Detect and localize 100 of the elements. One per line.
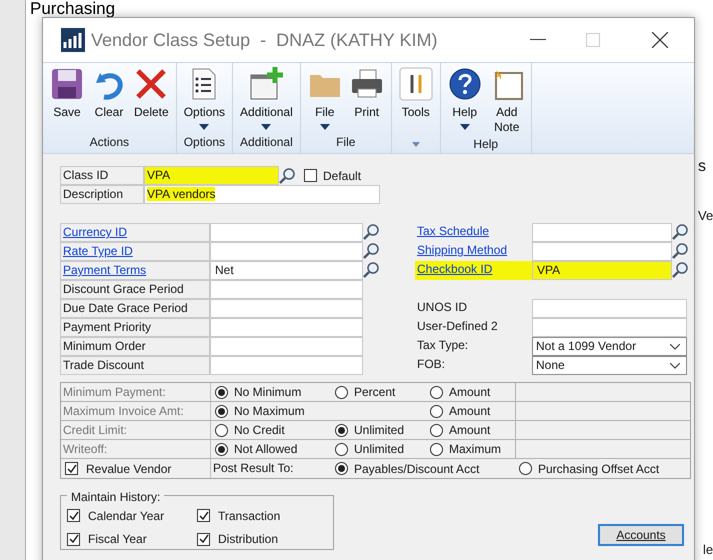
checkbox-label: Transaction	[218, 508, 280, 525]
radio-button[interactable]	[215, 404, 228, 418]
input-field[interactable]	[532, 223, 672, 242]
input-field[interactable]	[210, 299, 363, 318]
checkbox[interactable]	[197, 532, 210, 546]
tools-icon	[398, 67, 433, 101]
ribbon-button[interactable]: File	[306, 67, 343, 133]
group-dropdown-icon[interactable]	[412, 142, 420, 147]
ribbon-button[interactable]: Clear	[91, 67, 127, 133]
lookup-magnifier-icon[interactable]	[672, 242, 689, 259]
highlighted-text: VPA vendors	[147, 187, 216, 201]
field-label: FOB:	[416, 356, 446, 373]
minimize-icon[interactable]	[530, 39, 546, 41]
background-text: le	[703, 541, 713, 559]
field-link[interactable]: Currency ID	[60, 223, 210, 242]
field-label: User-Defined 2	[416, 318, 499, 335]
lookup-magnifier-icon[interactable]	[363, 261, 380, 278]
ribbon-button[interactable]: Add Note	[488, 67, 525, 135]
window-plus-icon	[249, 67, 284, 101]
help-icon	[448, 67, 482, 101]
field-label: Tax Type:	[416, 337, 470, 354]
field-label: Class ID	[60, 166, 144, 185]
lookup-magnifier-icon[interactable]	[363, 242, 380, 259]
radio-button[interactable]	[215, 424, 228, 436]
dropdown-arrow-icon	[261, 124, 272, 130]
field-label: Payment Priority	[60, 318, 210, 337]
field-label: Minimum Order	[60, 337, 210, 356]
ribbon-group-label: Help	[473, 136, 498, 153]
radio-label: No Maximum	[234, 403, 305, 420]
chevron-down-icon[interactable]	[670, 362, 680, 368]
checkbox-label: Calendar Year	[88, 508, 164, 525]
field-label: Trade Discount	[60, 356, 210, 375]
ribbon-button[interactable]: Tools	[398, 67, 434, 142]
dropdown-arrow-icon	[320, 124, 330, 130]
ribbon-button[interactable]: Additional	[239, 67, 294, 133]
input-field[interactable]	[210, 280, 363, 299]
radio-label: Maximum	[449, 441, 502, 458]
radio-button[interactable]	[215, 386, 228, 398]
checkbox-label: Revalue Vendor	[86, 460, 172, 478]
field-label: Maximum Invoice Amt:	[61, 402, 211, 420]
lookup-magnifier-icon[interactable]	[363, 223, 380, 240]
lookup-magnifier-icon[interactable]	[279, 167, 296, 184]
radio-label: Amount	[449, 403, 490, 420]
input-field[interactable]	[210, 223, 363, 242]
radio-label: Amount	[449, 422, 490, 439]
radio-label: No Credit	[234, 422, 285, 439]
window-title: Vendor Class Setup - DNAZ (KATHY KIM)	[91, 28, 438, 52]
checkbox[interactable]	[304, 169, 317, 182]
input-field[interactable]	[210, 242, 363, 261]
field-link[interactable]: Shipping Method	[417, 243, 508, 257]
field-link[interactable]: Rate Type ID	[60, 242, 210, 261]
ribbon-group-label: Additional	[240, 134, 293, 151]
close-icon[interactable]	[652, 32, 668, 48]
radio-button[interactable]	[335, 386, 348, 398]
input-field[interactable]	[210, 356, 363, 375]
radio-button[interactable]	[430, 386, 443, 398]
checkbox[interactable]	[65, 462, 78, 475]
chart-logo-icon	[61, 28, 85, 52]
input-field[interactable]: Net	[210, 261, 363, 280]
ribbon-button[interactable]: Options	[182, 67, 226, 133]
ribbon-button[interactable]: Delete	[133, 67, 170, 133]
checkbox-label: Fiscal Year	[88, 531, 147, 548]
ribbon-group-label: Options	[184, 134, 226, 151]
lookup-magnifier-icon[interactable]	[672, 223, 689, 240]
checkbox[interactable]	[197, 509, 210, 522]
radio-button[interactable]	[430, 442, 443, 456]
ribbon-button[interactable]: Save	[49, 67, 85, 133]
accounts-button[interactable]: Accounts	[598, 524, 684, 546]
dropdown-arrow-icon	[199, 124, 210, 130]
dropdown-field[interactable]: None	[532, 356, 687, 375]
field-label: Minimum Payment:	[61, 383, 211, 401]
radio-button[interactable]	[335, 442, 348, 456]
field-link[interactable]: Payment Terms	[60, 261, 210, 280]
radio-button[interactable]	[335, 462, 348, 475]
radio-button[interactable]	[430, 404, 443, 418]
ribbon-button[interactable]: Help	[446, 67, 483, 135]
input-field[interactable]	[532, 242, 672, 261]
input-field[interactable]	[532, 318, 687, 337]
radio-label: Payables/Discount Acct	[354, 460, 480, 478]
radio-button[interactable]	[430, 424, 443, 436]
input-field[interactable]	[210, 318, 363, 337]
field-label: Description	[60, 185, 144, 204]
radio-button[interactable]	[335, 424, 348, 436]
lookup-magnifier-icon[interactable]	[672, 261, 689, 278]
input-field[interactable]: VPA	[532, 261, 672, 280]
radio-button[interactable]	[215, 442, 228, 456]
radio-label: Unlimited	[354, 441, 404, 458]
radio-label: No Minimum	[234, 384, 302, 401]
checkbox[interactable]	[67, 509, 80, 522]
field-link[interactable]: Tax Schedule	[417, 224, 490, 238]
ribbon-button[interactable]: Print	[348, 67, 385, 133]
radio-button[interactable]	[519, 462, 532, 475]
input-field[interactable]	[210, 337, 363, 356]
class-id-field[interactable]: VPA	[144, 166, 279, 185]
dropdown-field[interactable]: Not a 1099 Vendor	[532, 337, 687, 356]
description-field[interactable]: VPA vendors	[144, 185, 380, 204]
input-field[interactable]	[532, 299, 687, 318]
checkbox[interactable]	[67, 532, 80, 546]
ribbon-group-label: Actions	[90, 134, 130, 151]
chevron-down-icon[interactable]	[670, 344, 680, 350]
